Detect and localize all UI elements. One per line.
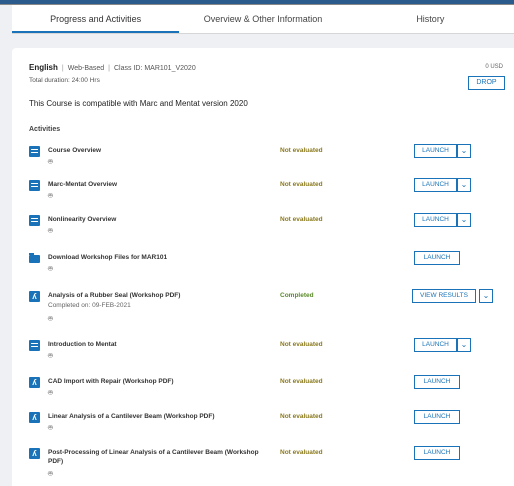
android-icon: 🤖︎	[48, 388, 56, 397]
activity-status: Not evaluated	[280, 147, 323, 154]
chevron-down-icon[interactable]: ⌄	[479, 289, 493, 303]
platform-icons: 🤖︎	[48, 314, 56, 325]
activity-title: Post-Processing of Linear Analysis of a …	[48, 448, 259, 466]
course-price: 0 USD	[485, 64, 503, 70]
folder-icon	[29, 253, 40, 263]
android-icon: 🤖︎	[48, 264, 56, 273]
tab-progress-activities[interactable]: Progress and Activities	[12, 5, 180, 33]
activity-title: Introduction to Mentat	[48, 341, 117, 348]
platform-icons: 🤖︎	[48, 264, 56, 275]
compatibility-note: This Course is compatible with Marc and …	[29, 99, 248, 108]
completed-date: Completed on: 09-FEB-2021	[48, 302, 131, 309]
launch-button[interactable]: LAUNCH	[414, 144, 457, 158]
chevron-down-icon[interactable]: ⌄	[457, 338, 471, 352]
launch-button[interactable]: LAUNCH	[414, 178, 457, 192]
tab-bar: Progress and Activities Overview & Other…	[12, 5, 514, 34]
document-icon	[29, 340, 40, 351]
platform-icons: 🤖︎	[48, 351, 56, 362]
activity-title: Download Workshop Files for MAR101	[48, 254, 168, 261]
view-results-button[interactable]: VIEW RESULTS	[412, 289, 476, 303]
platform-icons: 🤖︎	[48, 423, 56, 434]
activity-status: Completed	[280, 292, 314, 299]
platform-icons: 🤖︎	[48, 191, 56, 202]
activity-status: Not evaluated	[280, 378, 323, 385]
course-class-id: Class ID: MAR101_V2020	[114, 65, 196, 72]
activity-title-line1: Post-Processing of Linear Analysis of a …	[48, 449, 259, 456]
activity-title: Linear Analysis of a Cantilever Beam (Wo…	[48, 413, 215, 420]
course-panel: English | Web-Based | Class ID: MAR101_V2020…	[12, 48, 514, 486]
android-icon: 🤖︎	[48, 423, 56, 432]
android-icon: 🤖︎	[48, 191, 56, 200]
activity-status: Not evaluated	[280, 216, 323, 223]
android-icon: 🤖︎	[48, 351, 56, 360]
course-header: English | Web-Based | Class ID: MAR101_V2020	[29, 63, 196, 72]
pdf-icon: ʎ	[29, 448, 40, 459]
activity-title: CAD Import with Repair (Workshop PDF)	[48, 378, 174, 385]
activity-status: Not evaluated	[280, 413, 323, 420]
course-delivery: Web-Based	[67, 65, 105, 72]
activity-title: Analysis of a Rubber Seal (Workshop PDF)	[48, 292, 181, 299]
pdf-icon: ʎ	[29, 412, 40, 423]
launch-button[interactable]: LAUNCH	[414, 375, 460, 389]
platform-icons: 🤖︎	[48, 226, 56, 237]
activity-status: Not evaluated	[280, 449, 323, 456]
chevron-down-icon[interactable]: ⌄	[457, 178, 471, 192]
tab-history[interactable]: History	[347, 5, 514, 33]
activity-title-line2: PDF)	[48, 458, 64, 465]
platform-icons: 🤖︎	[48, 157, 56, 168]
launch-button[interactable]: LAUNCH	[414, 213, 457, 227]
activity-title: Course Overview	[48, 147, 102, 154]
launch-button[interactable]: LAUNCH	[414, 410, 460, 424]
activities-heading: Activities	[29, 126, 61, 133]
launch-button[interactable]: LAUNCH	[414, 446, 460, 460]
chevron-down-icon[interactable]: ⌄	[457, 213, 471, 227]
android-icon: 🤖︎	[48, 157, 56, 166]
pdf-icon: ʎ	[29, 377, 40, 388]
document-icon	[29, 215, 40, 226]
course-language: English	[29, 63, 58, 72]
document-icon	[29, 146, 40, 157]
android-icon: 🤖︎	[48, 226, 56, 235]
android-icon: 🤖︎	[48, 314, 56, 323]
launch-button[interactable]: LAUNCH	[414, 251, 460, 265]
document-icon	[29, 180, 40, 191]
activity-title: Nonlinearity Overview	[48, 216, 117, 223]
platform-icons: 🤖︎	[48, 388, 56, 399]
activity-title: Marc-Mentat Overview	[48, 181, 117, 188]
activity-status: Not evaluated	[280, 341, 323, 348]
drop-button[interactable]: DROP	[468, 76, 505, 90]
android-icon: 🤖︎	[48, 469, 56, 478]
tab-overview-info[interactable]: Overview & Other Information	[179, 5, 346, 33]
course-duration: Total duration: 24:00 Hrs	[29, 77, 100, 84]
launch-button[interactable]: LAUNCH	[414, 338, 457, 352]
activity-status: Not evaluated	[280, 181, 323, 188]
chevron-down-icon[interactable]: ⌄	[457, 144, 471, 158]
pdf-icon: ʎ	[29, 291, 40, 302]
platform-icons: 🤖︎	[48, 469, 56, 480]
